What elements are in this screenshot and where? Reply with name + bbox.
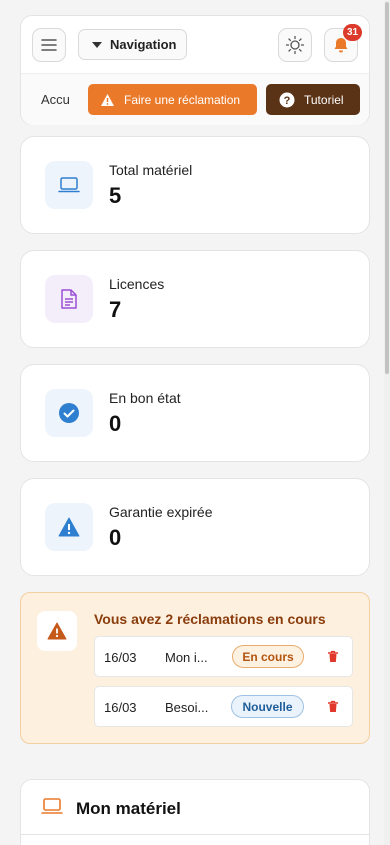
stat-value: 5 <box>109 183 122 208</box>
claim-row[interactable]: 16/03 Besoi... Nouvelle <box>94 686 353 727</box>
stat-value: 0 <box>109 411 122 436</box>
stat-label: En bon état <box>109 390 181 406</box>
document-icon <box>61 289 77 309</box>
claim-row[interactable]: 16/03 Mon i... En cours <box>94 636 353 677</box>
stat-label: Garantie expirée <box>109 504 213 520</box>
stat-label: Licences <box>109 276 165 292</box>
claims-alert: Vous avez 2 réclamations en cours 16/03 … <box>20 592 370 744</box>
warning-icon <box>101 93 114 106</box>
sun-icon <box>285 35 305 55</box>
claim-button[interactable]: Faire une réclamation <box>88 84 257 115</box>
navigation-label: Navigation <box>110 37 177 52</box>
tutorial-button-label: Tutoriel <box>304 92 344 107</box>
alert-icon-box <box>37 611 77 651</box>
notification-badge: 31 <box>343 24 363 41</box>
theme-toggle-button[interactable] <box>278 28 312 62</box>
top-bar-actions-row: Accu Faire une réclamation ? Tutoriel <box>21 74 369 125</box>
claim-title: Mon i... <box>165 650 208 665</box>
section-title: Mon matériel <box>76 799 181 818</box>
alert-title: Vous avez 2 réclamations en cours <box>94 611 326 627</box>
stat-icon-box <box>45 161 93 209</box>
claim-title: Besoi... <box>165 700 209 715</box>
stat-card-en-bon-etat[interactable]: En bon état 0 <box>20 364 370 462</box>
stat-card-total-materiel[interactable]: Total matériel 5 <box>20 136 370 234</box>
laptop-icon <box>41 798 63 814</box>
stat-icon-box <box>45 389 93 437</box>
breadcrumb[interactable]: Accu <box>41 92 70 107</box>
svg-text:?: ? <box>284 95 291 107</box>
trash-icon[interactable] <box>327 650 339 663</box>
scrollbar-thumb[interactable] <box>385 2 389 374</box>
stat-icon-box <box>45 275 93 323</box>
warning-icon <box>58 517 80 537</box>
hamburger-icon <box>41 39 57 51</box>
help-icon: ? <box>279 92 295 107</box>
claim-date: 16/03 <box>104 700 137 715</box>
claim-date: 16/03 <box>104 650 137 665</box>
top-bar-main-row: Navigation 31 <box>21 16 369 74</box>
navigation-dropdown[interactable]: Navigation <box>78 29 187 60</box>
check-circle-icon <box>59 403 79 423</box>
divider <box>21 834 369 835</box>
stat-value: 0 <box>109 525 122 550</box>
status-badge: Nouvelle <box>231 695 304 718</box>
scrollbar[interactable] <box>384 0 390 845</box>
warning-icon <box>47 622 67 640</box>
stat-label: Total matériel <box>109 162 193 178</box>
top-bar: Navigation 31 Accu Faire une réclamation… <box>20 15 370 125</box>
stat-card-garantie-expiree[interactable]: Garantie expirée 0 <box>20 478 370 576</box>
trash-icon[interactable] <box>327 700 339 713</box>
caret-down-icon <box>92 41 102 48</box>
claim-button-label: Faire une réclamation <box>124 92 241 107</box>
stat-icon-box <box>45 503 93 551</box>
stat-value: 7 <box>109 297 122 322</box>
materiel-section: Mon matériel <box>20 779 370 845</box>
menu-button[interactable] <box>32 28 66 62</box>
laptop-icon <box>58 177 80 193</box>
tutorial-button[interactable]: ? Tutoriel <box>266 84 360 115</box>
status-badge: En cours <box>232 645 304 668</box>
stat-card-licences[interactable]: Licences 7 <box>20 250 370 348</box>
